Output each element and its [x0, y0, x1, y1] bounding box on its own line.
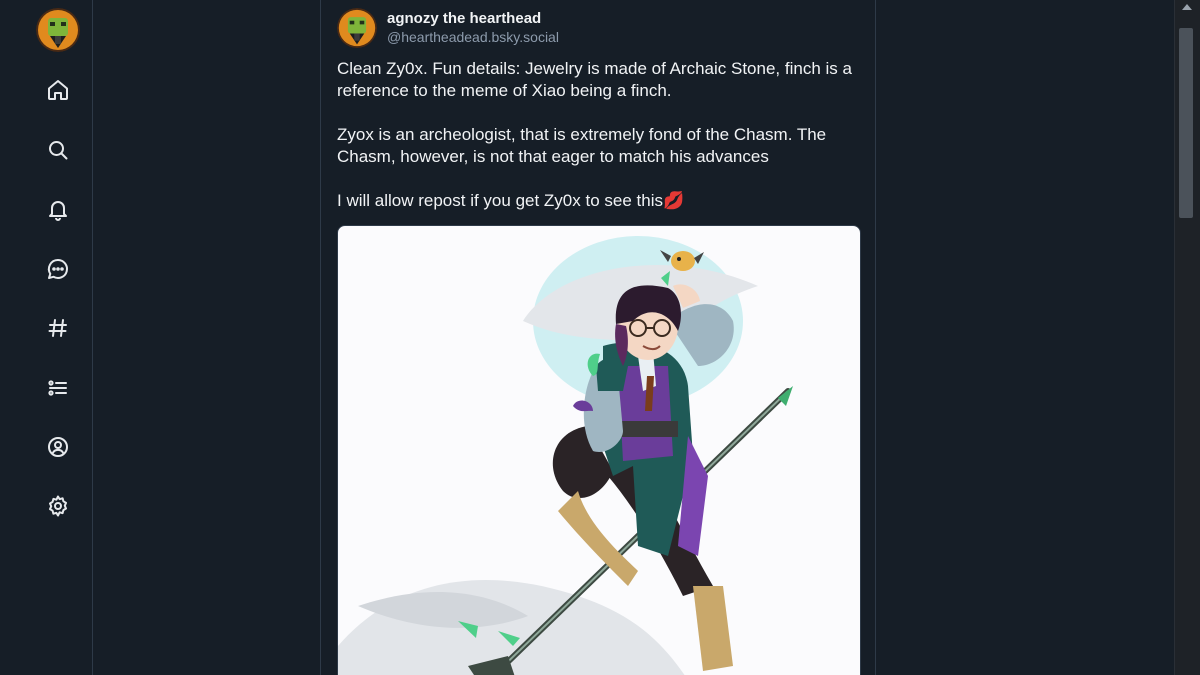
chat-icon [47, 258, 68, 279]
list-icon [48, 380, 67, 396]
app-window: agnozy the hearthead @heartheadead.bsky.… [0, 0, 1200, 675]
nav-profile[interactable] [42, 431, 74, 463]
nav-settings[interactable] [42, 490, 74, 522]
user-circle-icon [48, 437, 68, 457]
post-body: Clean Zy0x. Fun details: Jewelry is made… [337, 58, 862, 212]
author-handle[interactable]: @heartheadead.bsky.social [387, 29, 559, 45]
nav-feeds[interactable] [42, 312, 74, 344]
author-display-name[interactable]: agnozy the hearthead [387, 10, 541, 27]
nav-lists[interactable] [42, 372, 74, 404]
feed-column: agnozy the hearthead @heartheadead.bsky.… [320, 0, 876, 675]
nav-home[interactable] [42, 74, 74, 106]
user-avatar[interactable] [36, 8, 80, 52]
post-paragraph: Clean Zy0x. Fun details: Jewelry is made… [337, 59, 852, 100]
post-image[interactable] [337, 225, 861, 675]
scrollbar[interactable] [1174, 0, 1200, 675]
nav-search[interactable] [42, 134, 74, 166]
hash-icon [48, 319, 67, 337]
nav-notifications[interactable] [42, 193, 74, 225]
search-icon [49, 141, 68, 160]
kiss-emoji: 💋 [662, 191, 685, 210]
scroll-up-arrow[interactable] [1182, 4, 1192, 10]
post-paragraph-text: I will allow repost if you get Zy0x to s… [337, 191, 663, 210]
post-paragraph: Zyox is an archeologist, that is extreme… [337, 125, 827, 166]
gear-icon [49, 495, 67, 517]
left-nav [24, 0, 93, 675]
nav-chat[interactable] [42, 253, 74, 285]
author-avatar[interactable] [337, 8, 377, 48]
scroll-thumb[interactable] [1179, 28, 1193, 218]
bell-icon [49, 201, 67, 221]
post-paragraph: I will allow repost if you get Zy0x to s… [337, 190, 862, 212]
home-icon [48, 80, 68, 100]
character-illustration [338, 236, 793, 675]
